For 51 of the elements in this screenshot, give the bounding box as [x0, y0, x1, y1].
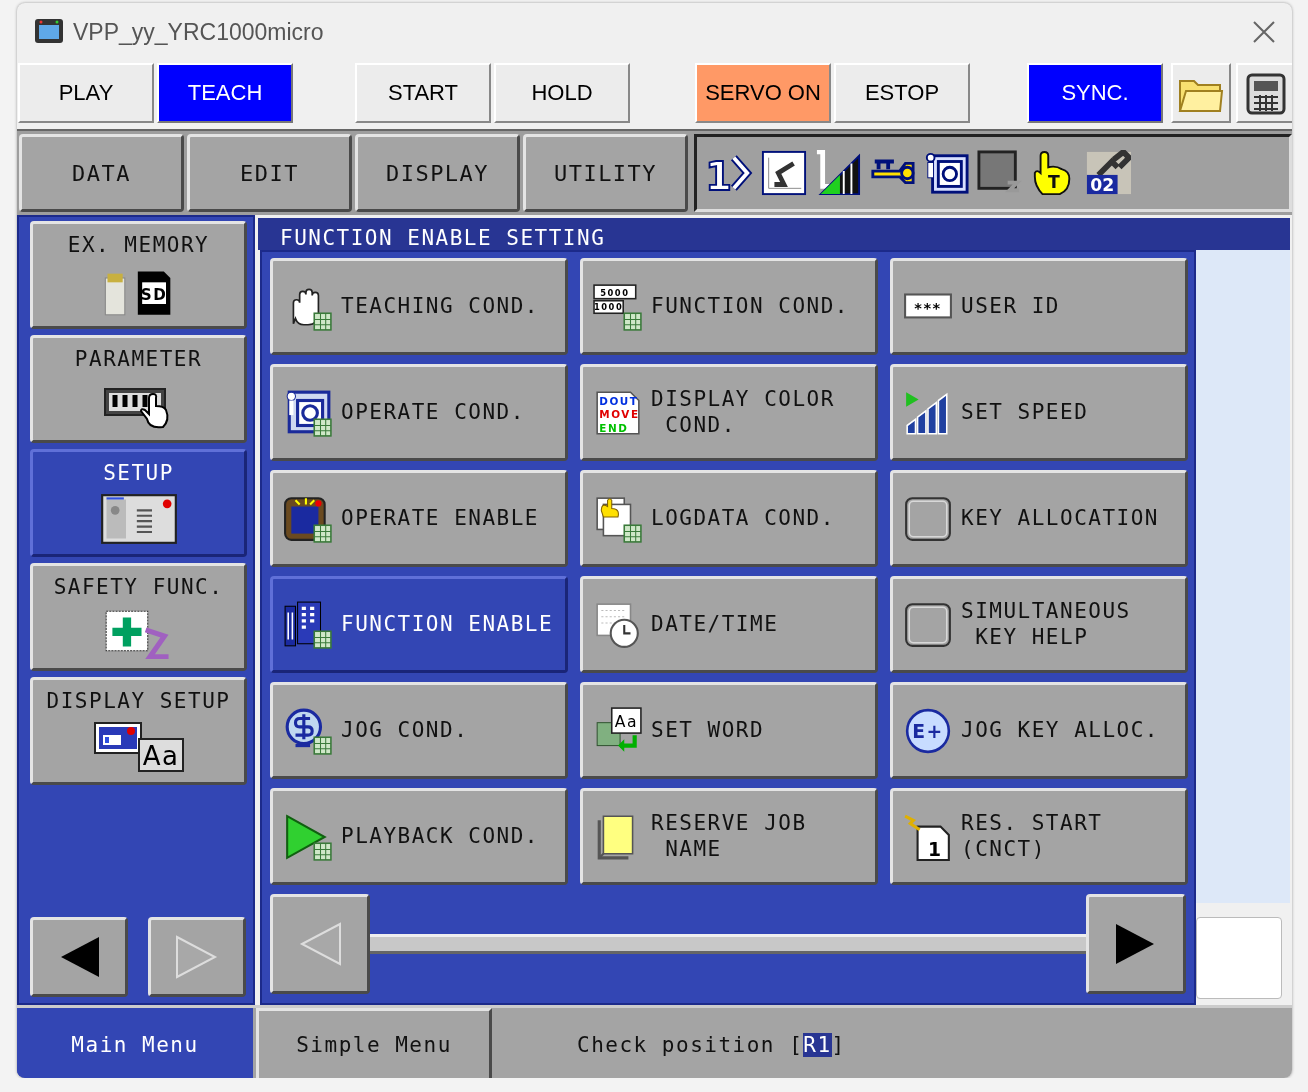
operate-icon: [923, 150, 969, 196]
robot-arm-icon: [761, 150, 807, 196]
function-button[interactable]: JOG COND.: [270, 682, 568, 779]
previous-button[interactable]: [30, 917, 128, 997]
status-message: Check position [R1]: [577, 1032, 846, 1057]
servo-button[interactable]: SERVO ON: [695, 63, 831, 123]
panel-title: FUNCTION ENABLE SETTING: [258, 218, 1290, 250]
menu-tab[interactable]: DISPLAY: [355, 134, 520, 212]
function-button[interactable]: SET SPEED: [890, 364, 1188, 461]
function-button[interactable]: SIMULTANEOUS KEY HELP: [890, 576, 1188, 673]
menu-item[interactable]: DISPLAY SETUP Aa: [30, 677, 247, 785]
menu-item[interactable]: SETUP: [30, 449, 247, 557]
function-button[interactable]: 5000 1000 FUNCTION COND.: [580, 258, 878, 355]
function-button[interactable]: OPERATE ENABLE: [270, 470, 568, 567]
function-button[interactable]: PLAYBACK COND.: [270, 788, 568, 885]
function-button[interactable]: Aa SET WORD: [580, 682, 878, 779]
mode-button[interactable]: TEACH: [157, 63, 293, 123]
mode-button[interactable]: PLAY: [18, 63, 154, 123]
function-button[interactable]: DATE/TIME: [580, 576, 878, 673]
control-button[interactable]: START: [355, 63, 491, 123]
function-button[interactable]: OPERATE COND.: [270, 364, 568, 461]
function-button[interactable]: E+ JOG KEY ALLOC.: [890, 682, 1188, 779]
function-button[interactable]: 1 RES. START (CNCT): [890, 788, 1188, 885]
menu-tab[interactable]: DATA: [19, 134, 184, 212]
function-button[interactable]: RESERVE JOB NAME: [580, 788, 878, 885]
function-button[interactable]: LOGDATA COND.: [580, 470, 878, 567]
tool-icon: 02: [1085, 150, 1131, 196]
window-title: VPP_yy_YRC1000micro: [73, 18, 325, 46]
function-button[interactable]: DOUT MOVE END DISPLAY COLOR COND.: [580, 364, 878, 461]
function-button[interactable]: TEACHING COND.: [270, 258, 568, 355]
menu-tab[interactable]: UTILITY: [523, 134, 688, 212]
menu-tab[interactable]: EDIT: [187, 134, 352, 212]
close-icon[interactable]: [1252, 20, 1276, 44]
menu-item[interactable]: SAFETY FUNC.: [30, 563, 247, 671]
sync-button[interactable]: SYNC.: [1027, 63, 1163, 123]
function-button[interactable]: *** USER ID: [890, 258, 1188, 355]
pendant-button[interactable]: [1236, 63, 1292, 123]
folder-button[interactable]: [1171, 63, 1231, 123]
function-button[interactable]: FUNCTION ENABLE: [270, 576, 568, 673]
cabinet-icon: [283, 599, 333, 650]
menu-item[interactable]: EX. MEMORY SD: [30, 221, 247, 329]
control-button[interactable]: ESTOP: [834, 63, 970, 123]
menu-tab[interactable]: Simple Menu: [256, 1008, 492, 1078]
scroll-right-button[interactable]: [1086, 894, 1186, 994]
control-box-icon: [99, 492, 178, 545]
menu-tab[interactable]: Main Menu: [17, 1008, 253, 1078]
scroll-track[interactable]: [370, 934, 1086, 954]
menu-item[interactable]: PARAMETER: [30, 335, 247, 443]
control-button[interactable]: HOLD: [494, 63, 630, 123]
speed-icon: [815, 150, 861, 196]
function-button[interactable]: KEY ALLOCATION: [890, 470, 1188, 567]
